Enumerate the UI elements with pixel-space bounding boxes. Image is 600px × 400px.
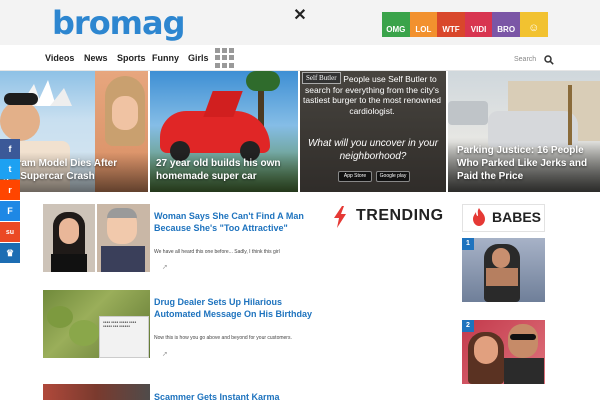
- babe-thumbnail[interactable]: 1: [462, 238, 545, 302]
- article-title[interactable]: Woman Says She Can't Find A Man Because …: [154, 210, 322, 234]
- reaction-wtf[interactable]: WTF: [437, 12, 465, 37]
- ad-text: People use Self Butler to search for eve…: [303, 74, 441, 116]
- article-thumbnail[interactable]: [43, 384, 150, 400]
- rank-badge: 2: [462, 320, 474, 332]
- reaction-lol[interactable]: LOL: [409, 12, 438, 37]
- article-title[interactable]: Drug Dealer Sets Up Hilarious Automated …: [154, 296, 322, 320]
- reddit-share-icon[interactable]: r: [0, 180, 20, 200]
- trending-heading: TRENDING: [356, 207, 444, 224]
- article-thumbnail[interactable]: [43, 204, 150, 272]
- flipboard-share-icon[interactable]: F: [0, 201, 20, 221]
- site-logo[interactable]: bromag: [52, 5, 186, 41]
- reaction-omg[interactable]: OMG: [382, 12, 410, 37]
- reaction-vidi[interactable]: VIDI: [464, 12, 493, 37]
- ad-question: What will you uncover in your neighborho…: [307, 138, 439, 162]
- hero-caption: Parking Justice: 16 People Who Parked Li…: [457, 145, 588, 182]
- nav-item-news[interactable]: News: [84, 53, 108, 63]
- app-store-button[interactable]: App Store: [338, 171, 372, 182]
- search-icon[interactable]: [544, 55, 554, 65]
- hero-tile-parking-justice[interactable]: Parking Justice: 16 People Who Parked Li…: [448, 71, 600, 192]
- article-description: Now this is how you go above and beyond …: [154, 335, 292, 341]
- hero-tile-instagram-model[interactable]: Instagram Model Dies After Tragic Superc…: [0, 71, 148, 192]
- reaction-bro[interactable]: BRO: [492, 12, 520, 37]
- reaction-smile[interactable]: ☺: [519, 12, 548, 37]
- share-icon[interactable]: ➚: [162, 264, 170, 272]
- reaction-bar: OMG LOL WTF VIDI BRO ☺: [382, 12, 548, 37]
- rank-badge: 1: [462, 238, 474, 250]
- google-play-button[interactable]: Google play: [376, 171, 410, 182]
- close-icon[interactable]: ✕: [292, 8, 308, 24]
- article-description: We have all heard this one before... Sad…: [154, 249, 280, 255]
- share-icon[interactable]: ➚: [162, 351, 170, 359]
- article-thumbnail[interactable]: ●●●● ●●●● ●●●●● ●●●● ●●●●● ●●● ●●●●●●: [43, 290, 150, 358]
- nav-item-sports[interactable]: Sports: [117, 53, 146, 63]
- nav-item-girls[interactable]: Girls: [188, 53, 209, 63]
- search-input[interactable]: Search: [514, 56, 536, 63]
- nav-item-funny[interactable]: Funny: [152, 53, 179, 63]
- babe-thumbnail[interactable]: 2: [462, 320, 545, 384]
- article-title[interactable]: Scammer Gets Instant Karma: [154, 391, 322, 400]
- twitter-share-icon[interactable]: t: [0, 159, 20, 179]
- nav-item-videos[interactable]: Videos: [45, 53, 74, 63]
- menu-grid-icon[interactable]: [215, 48, 235, 68]
- hero-caption: 27 year old builds his own homemade supe…: [156, 158, 281, 182]
- crown-share-icon[interactable]: ♛: [0, 243, 20, 263]
- babes-heading: BABES: [492, 209, 542, 225]
- facebook-share-icon[interactable]: f: [0, 139, 20, 159]
- fire-icon: [473, 208, 485, 226]
- hero-tile-supercar[interactable]: 27 year old builds his own homemade supe…: [150, 71, 298, 192]
- hero-tile-self-butler-ad[interactable]: Self Butler People use Self Butler to se…: [300, 71, 446, 192]
- stumbleupon-share-icon[interactable]: su: [0, 222, 20, 242]
- lightning-icon: [334, 206, 346, 228]
